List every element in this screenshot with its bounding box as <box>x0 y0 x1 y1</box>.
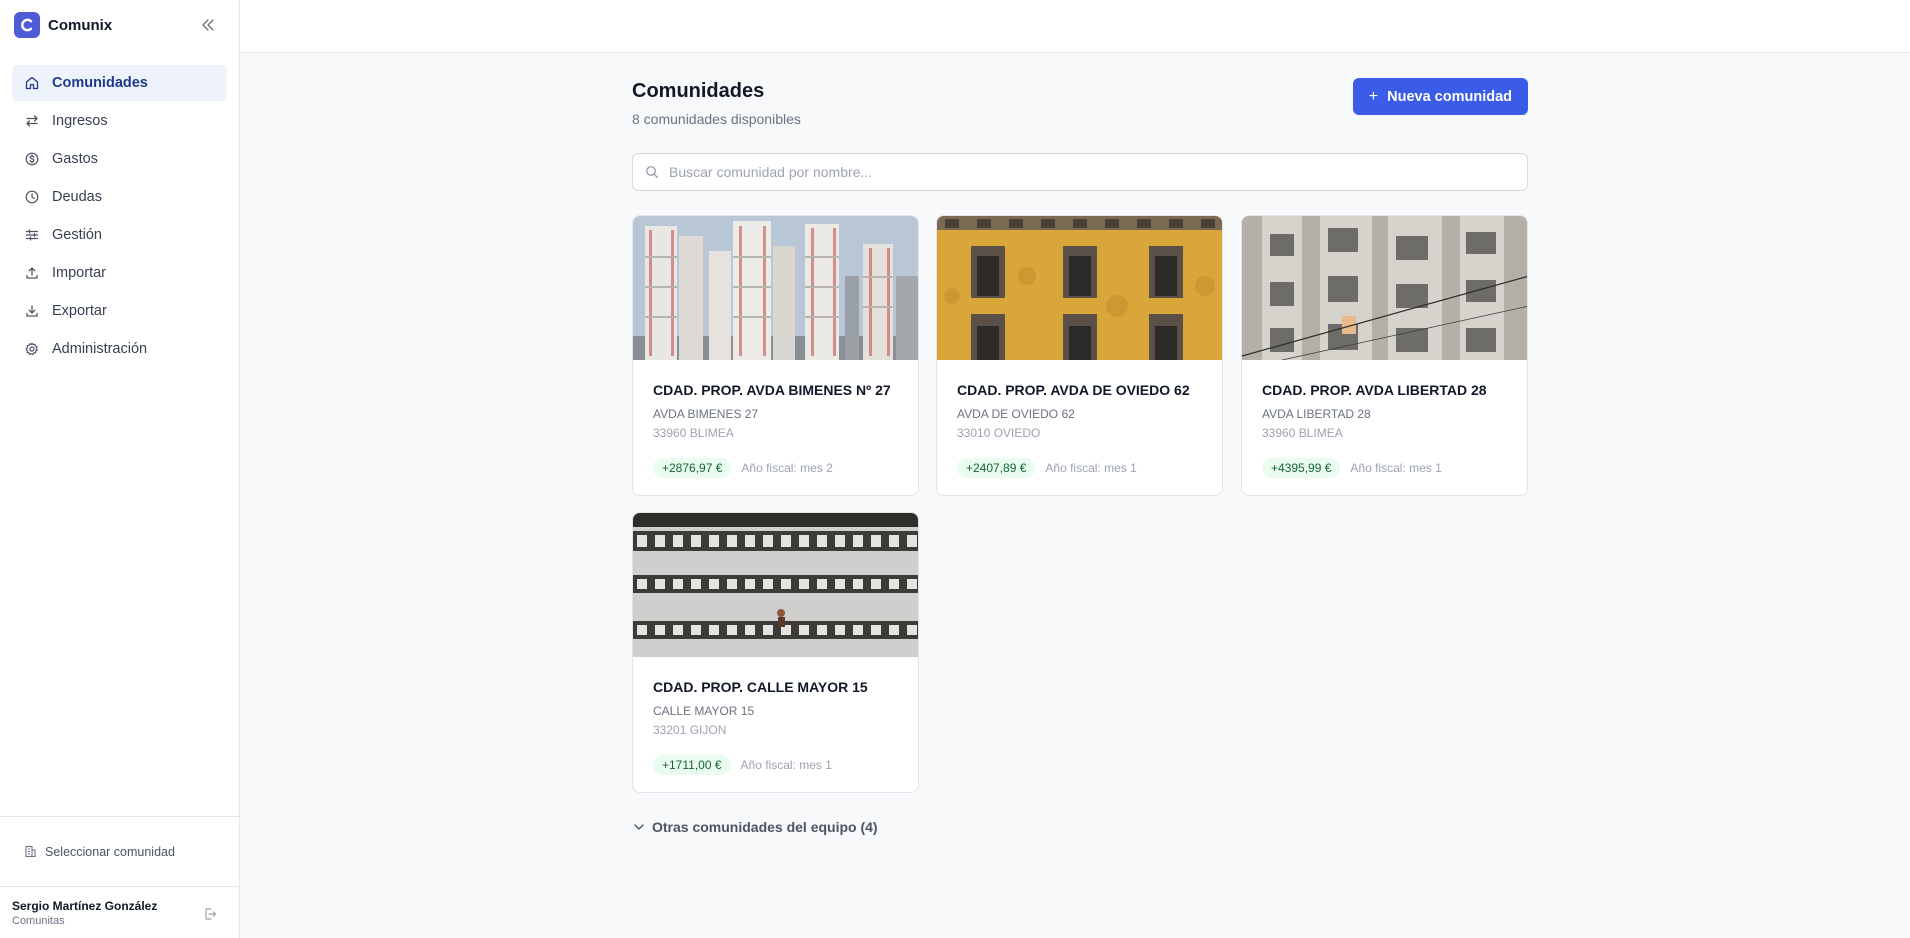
upload-icon <box>24 265 40 281</box>
community-card[interactable]: CDAD. PROP. CALLE MAYOR 15 CALLE MAYOR 1… <box>632 512 919 793</box>
new-community-label: Nueva comunidad <box>1387 88 1512 105</box>
page-subtitle: 8 comunidades disponibles <box>632 111 801 127</box>
new-community-button[interactable]: + Nueva comunidad <box>1352 78 1528 115</box>
community-city: 33960 BLIMEA <box>1262 426 1343 440</box>
sidebar: Comunix Comunidades Ingresos Gastos Deud… <box>0 0 240 938</box>
sidebar-item-label: Deudas <box>52 189 102 205</box>
select-community-button[interactable]: Seleccionar comunidad <box>0 816 239 886</box>
app-name: Comunix <box>48 16 113 34</box>
gear-icon <box>24 341 40 357</box>
community-card[interactable]: CDAD. PROP. AVDA BIMENES Nº 27 AVDA BIME… <box>632 215 919 496</box>
community-city: 33201 GIJON <box>653 723 727 737</box>
community-name: CDAD. PROP. CALLE MAYOR 15 <box>653 679 868 695</box>
sliders-icon <box>24 227 40 243</box>
building-icon <box>24 845 37 858</box>
community-address: CALLE MAYOR 15 <box>653 704 755 718</box>
sidebar-item-label: Administración <box>52 341 148 357</box>
clock-icon <box>24 189 40 205</box>
sidebar-item-label: Comunidades <box>52 75 148 91</box>
community-image <box>633 216 918 360</box>
community-address: AVDA LIBERTAD 28 <box>1262 407 1371 421</box>
community-name: CDAD. PROP. AVDA LIBERTAD 28 <box>1262 382 1487 398</box>
search-box <box>632 153 1528 191</box>
home-icon <box>24 75 40 91</box>
sidebar-item-label: Gastos <box>52 151 98 167</box>
download-icon <box>24 303 40 319</box>
community-address: AVDA BIMENES 27 <box>653 407 759 421</box>
sidebar-item-importar[interactable]: Importar <box>12 255 227 291</box>
user-name: Sergio Martínez González <box>12 899 158 913</box>
logout-icon[interactable] <box>203 907 219 923</box>
sidebar-item-label: Gestión <box>52 227 102 243</box>
comunix-logo-icon <box>14 12 40 38</box>
sidebar-item-comunidades[interactable]: Comunidades <box>12 65 227 101</box>
community-address: AVDA DE OVIEDO 62 <box>957 407 1075 421</box>
arrows-exchange-icon <box>24 113 40 129</box>
sidebar-item-deudas[interactable]: Deudas <box>12 179 227 215</box>
page-header: Comunidades 8 comunidades disponibles + … <box>632 53 1528 153</box>
community-image <box>633 513 918 657</box>
sidebar-nav: Comunidades Ingresos Gastos Deudas Gesti… <box>0 65 239 367</box>
balance-badge: +2876,97 € <box>653 458 732 478</box>
fiscal-year: Año fiscal: mes 1 <box>1045 461 1137 475</box>
other-team-communities-toggle[interactable]: Otras comunidades del equipo (4) <box>632 819 878 835</box>
page-title: Comunidades <box>632 80 765 102</box>
balance-badge: +1711,00 € <box>653 755 731 775</box>
fiscal-year: Año fiscal: mes 2 <box>741 461 833 475</box>
sidebar-item-gastos[interactable]: Gastos <box>12 141 227 177</box>
community-name: CDAD. PROP. AVDA BIMENES Nº 27 <box>653 382 891 398</box>
dollar-circle-icon <box>24 151 40 167</box>
other-team-communities-label: Otras comunidades del equipo (4) <box>652 819 878 835</box>
select-community-label: Seleccionar comunidad <box>45 844 175 859</box>
fiscal-year: Año fiscal: mes 1 <box>740 758 832 772</box>
brand[interactable]: Comunix <box>0 0 239 50</box>
community-image <box>937 216 1222 360</box>
search-input[interactable] <box>669 164 1515 180</box>
sidebar-item-gestion[interactable]: Gestión <box>12 217 227 253</box>
community-city: 33960 BLIMEA <box>653 426 734 440</box>
community-name: CDAD. PROP. AVDA DE OVIEDO 62 <box>957 382 1190 398</box>
sidebar-item-label: Ingresos <box>52 113 108 129</box>
fiscal-year: Año fiscal: mes 1 <box>1350 461 1442 475</box>
community-card[interactable]: CDAD. PROP. AVDA LIBERTAD 28 AVDA LIBERT… <box>1241 215 1528 496</box>
plus-icon: + <box>1368 87 1379 105</box>
top-bar <box>240 0 1910 53</box>
community-card[interactable]: CDAD. PROP. AVDA DE OVIEDO 62 AVDA DE OV… <box>936 215 1223 496</box>
sidebar-item-label: Exportar <box>52 303 107 319</box>
balance-badge: +2407,89 € <box>957 458 1036 478</box>
sidebar-item-ingresos[interactable]: Ingresos <box>12 103 227 139</box>
community-image <box>1242 216 1527 360</box>
community-city: 33010 OVIEDO <box>957 426 1041 440</box>
chevron-down-icon <box>632 820 646 834</box>
main-content: Comunidades 8 comunidades disponibles + … <box>632 53 1528 835</box>
user-profile: Sergio Martínez González Comunitas <box>0 886 239 938</box>
user-organization: Comunitas <box>12 915 65 927</box>
search-icon <box>645 165 659 179</box>
sidebar-item-label: Importar <box>52 265 106 281</box>
balance-badge: +4395,99 € <box>1262 458 1341 478</box>
sidebar-item-exportar[interactable]: Exportar <box>12 293 227 329</box>
sidebar-item-administracion[interactable]: Administración <box>12 331 227 367</box>
collapse-sidebar-icon[interactable] <box>199 16 217 34</box>
